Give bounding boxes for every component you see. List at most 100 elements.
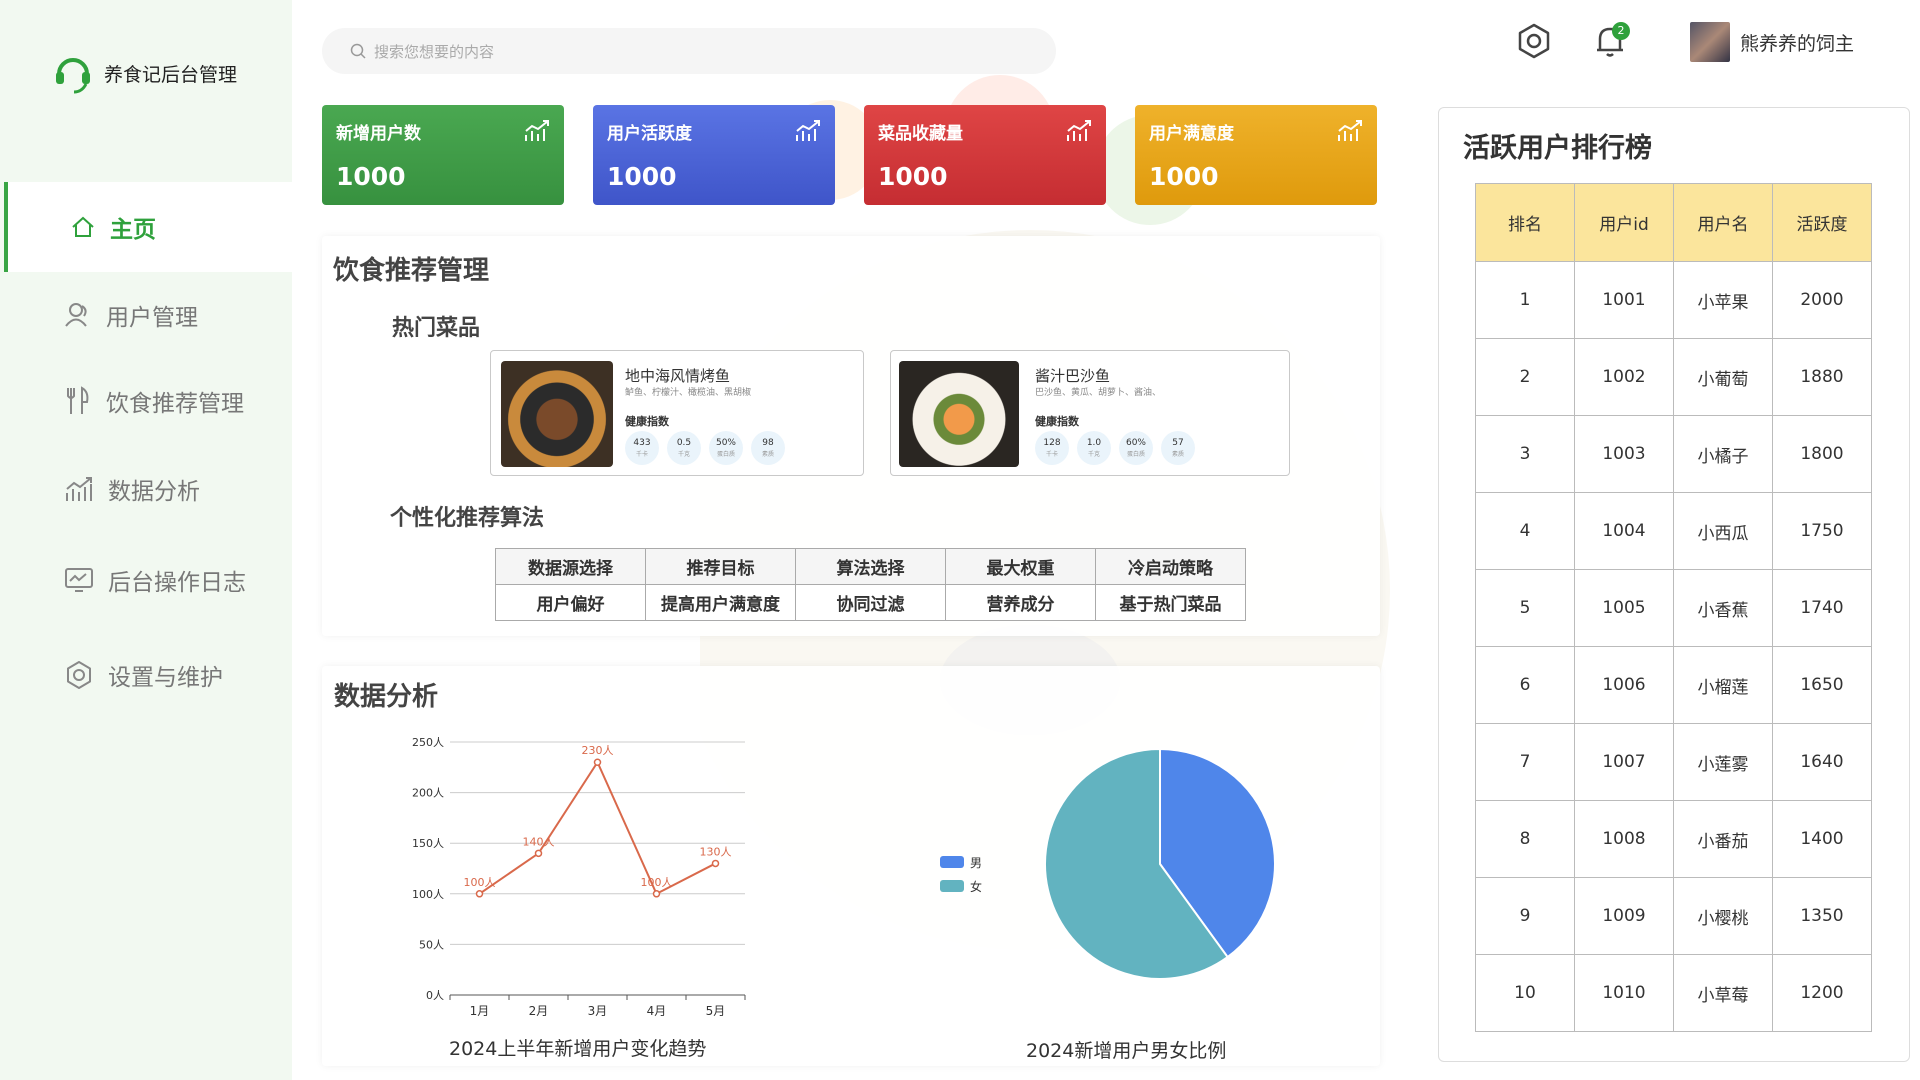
panel-title: 数据分析: [334, 682, 439, 712]
data-label: 100人: [464, 876, 496, 889]
data-point: [534, 849, 543, 858]
dish-card[interactable]: 地中海风情烤鱼 鲈鱼、柠檬汁、橄榄油、黑胡椒 健康指数 433 千卡 0.5 千克 …: [490, 350, 864, 476]
trend-icon: [1067, 120, 1091, 141]
rank-header[interactable]: 用户名: [1673, 183, 1773, 262]
algo-value[interactable]: 协同过滤: [795, 584, 946, 621]
rank-cell: 1: [1475, 261, 1575, 339]
rank-cell: 2: [1475, 338, 1575, 416]
stat-card-user-activity[interactable]: 用户活跃度 1000: [593, 105, 835, 205]
line-chart-caption: 2024上半年新增用户变化趋势: [449, 1038, 707, 1060]
rank-cell: 1400: [1772, 800, 1872, 878]
app-title: 养食记后台管理: [104, 63, 238, 86]
sidebar-item-operation-log[interactable]: 后台操作日志: [4, 535, 292, 625]
data-label: 140人: [523, 835, 555, 848]
rank-cell: 3: [1475, 415, 1575, 493]
fork-knife-icon: [67, 386, 89, 414]
sidebar-item-home[interactable]: 主页: [4, 182, 292, 272]
table-row[interactable]: 6 1006 小榴莲 1650: [1475, 646, 1872, 724]
x-tick-label: 1月: [470, 1004, 490, 1018]
avatar: [1690, 22, 1730, 62]
stat-value: 1000: [1149, 162, 1219, 191]
rank-header[interactable]: 排名: [1475, 183, 1575, 262]
y-tick-label: 200人: [412, 787, 444, 800]
legend-label: 女: [970, 879, 982, 894]
data-label: 130人: [700, 845, 732, 858]
data-point: [475, 890, 484, 898]
sidebar-item-settings[interactable]: 设置与维护: [4, 630, 292, 720]
rank-cell: 1007: [1574, 723, 1674, 801]
sidebar-item-label: 设置与维护: [108, 665, 223, 691]
dish-ingredients: 鲈鱼、柠檬汁、橄榄油、黑胡椒: [625, 388, 752, 398]
search-input[interactable]: 搜索您想要的内容: [322, 28, 1056, 74]
rank-cell: 1200: [1772, 954, 1872, 1032]
stat-label: 新增用户数: [336, 124, 421, 144]
rank-cell: 小榴莲: [1673, 646, 1773, 724]
rank-header[interactable]: 活跃度: [1772, 183, 1872, 262]
notification-button[interactable]: 2: [1594, 22, 1630, 62]
y-tick-label: 100人: [412, 888, 444, 901]
home-icon: [72, 216, 94, 237]
series-line: [478, 760, 716, 896]
rank-cell: 1650: [1772, 646, 1872, 724]
table-row[interactable]: 9 1009 小樱桃 1350: [1475, 877, 1872, 955]
algo-header: 算法选择: [795, 548, 946, 585]
rank-cell: 小香蕉: [1673, 569, 1773, 647]
sidebar-item-diet-recommendation[interactable]: 饮食推荐管理: [4, 356, 292, 446]
rank-cell: 1750: [1772, 492, 1872, 570]
rank-cell: 1003: [1574, 415, 1674, 493]
rank-header[interactable]: 用户id: [1574, 183, 1674, 262]
rank-cell: 1350: [1772, 877, 1872, 955]
table-row[interactable]: 10 1010 小草莓 1200: [1475, 954, 1872, 1032]
trend-icon: [796, 120, 820, 141]
sidebar-item-data-analysis[interactable]: 数据分析: [4, 444, 292, 534]
chart-icon: [66, 477, 92, 501]
dish-card[interactable]: 酱汁巴沙鱼 巴沙鱼、黄瓜、胡萝卜、酱油、 健康指数 128 千卡 1.0 千克 60…: [890, 350, 1290, 476]
y-tick-label: 50人: [419, 938, 444, 951]
trend-icon: [1338, 120, 1362, 141]
dish-name: 酱汁巴沙鱼: [1035, 367, 1111, 385]
rank-cell: 小草莓: [1673, 954, 1773, 1032]
stat-value: 1000: [607, 162, 677, 191]
y-tick-label: 0人: [426, 989, 444, 1002]
stat-label: 用户活跃度: [607, 124, 692, 144]
settings-button[interactable]: [1516, 22, 1552, 64]
algo-header: 最大权重: [945, 548, 1096, 585]
table-row[interactable]: 7 1007 小莲雾 1640: [1475, 723, 1872, 801]
table-row[interactable]: 4 1004 小西瓜 1750: [1475, 492, 1872, 570]
panel-title: 饮食推荐管理: [333, 256, 490, 286]
stat-card-new-users[interactable]: 新增用户数 1000: [322, 105, 564, 205]
algo-value[interactable]: 基于热门菜品: [1095, 584, 1246, 621]
settings-hex-icon: [1518, 23, 1550, 59]
dish-name: 地中海风情烤鱼: [625, 367, 731, 385]
stat-card-dish-favorites[interactable]: 菜品收藏量 1000: [864, 105, 1106, 205]
table-row[interactable]: 3 1003 小橘子 1800: [1475, 415, 1872, 493]
sidebar-item-user-management[interactable]: 用户管理: [4, 270, 292, 360]
line-chart: 0人 50人 100人 150人 200人 250人 1月 2月 3月 4月 5月 100人 140人 2…: [412, 736, 746, 1018]
rank-cell: 2000: [1772, 261, 1872, 339]
user-menu[interactable]: 熊养养的饲主: [1690, 22, 1854, 62]
algo-header: 推荐目标: [645, 548, 796, 585]
data-point: [652, 890, 661, 898]
table-row[interactable]: 8 1008 小番茄 1400: [1475, 800, 1872, 878]
metric-bubble: 1.0 千克: [1077, 431, 1111, 465]
algo-value[interactable]: 用户偏好: [495, 584, 646, 621]
table-row[interactable]: 1 1001 小苹果 2000: [1475, 261, 1872, 339]
app-logo[interactable]: 养食记后台管理: [52, 52, 237, 94]
algo-header: 冷启动策略: [1095, 548, 1246, 585]
legend-label: 男: [970, 856, 982, 870]
data-point: [711, 859, 720, 868]
active-user-ranking-panel: 活跃用户排行榜 排名 用户id 用户名 活跃度 1 1001 小苹果 2000 2 100…: [1438, 107, 1910, 1062]
rank-cell: 1010: [1574, 954, 1674, 1032]
algorithm-title: 个性化推荐算法: [390, 506, 545, 531]
stat-label: 菜品收藏量: [878, 124, 963, 144]
rank-cell: 小橘子: [1673, 415, 1773, 493]
algo-value[interactable]: 提高用户满意度: [645, 584, 796, 621]
health-metrics: 433 千卡 0.5 千克 50% 蛋白质 98 素质: [625, 431, 785, 465]
algo-value[interactable]: 营养成分: [945, 584, 1096, 621]
table-row[interactable]: 2 1002 小葡萄 1880: [1475, 338, 1872, 416]
table-row[interactable]: 5 1005 小香蕉 1740: [1475, 569, 1872, 647]
pie-chart: 男女: [940, 747, 1276, 980]
stat-card-user-satisfaction[interactable]: 用户满意度 1000: [1135, 105, 1377, 205]
sidebar-item-label: 用户管理: [106, 305, 198, 331]
rank-cell: 小葡萄: [1673, 338, 1773, 416]
